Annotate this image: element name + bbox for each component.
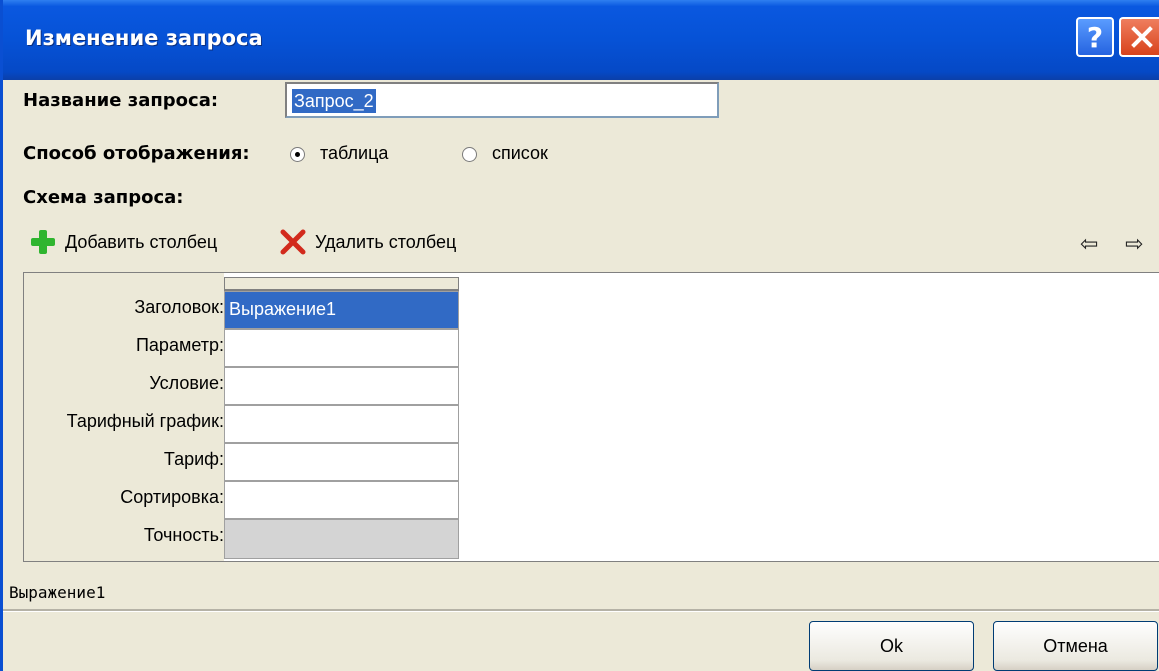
- query-name-input[interactable]: Запрос_2: [285, 82, 719, 118]
- add-column-button[interactable]: Добавить столбец: [29, 228, 217, 256]
- title-bar[interactable]: Изменение запроса ?: [3, 0, 1159, 80]
- cancel-button[interactable]: Отмена: [993, 621, 1158, 671]
- delete-column-label: Удалить столбец: [315, 231, 457, 252]
- schema-label: Схема запроса:: [23, 187, 184, 208]
- cell-parameter[interactable]: [224, 329, 459, 367]
- query-name-label: Название запроса:: [23, 90, 219, 111]
- delete-column-button[interactable]: Удалить столбец: [279, 228, 456, 256]
- dialog-title: Изменение запроса: [25, 26, 263, 50]
- plus-icon: [31, 230, 55, 254]
- row-labels: Заголовок: Параметр: Условие: Тарифный г…: [24, 273, 224, 561]
- cell-tariff[interactable]: [224, 443, 459, 481]
- cell-header[interactable]: Выражение1: [224, 291, 459, 329]
- row-label-tariff-schedule: Тарифный график:: [66, 411, 224, 431]
- row-label-header: Заголовок:: [134, 297, 224, 317]
- cell-sort[interactable]: [224, 481, 459, 519]
- cell-precision: [224, 519, 459, 559]
- radio-list-label[interactable]: список: [492, 143, 548, 164]
- row-label-tariff: Тариф:: [163, 449, 224, 469]
- radio-table-label[interactable]: таблица: [320, 143, 388, 164]
- query-name-value: Запрос_2: [292, 89, 376, 113]
- ok-button[interactable]: Ok: [809, 621, 974, 671]
- row-label-sort: Сортировка:: [120, 487, 224, 507]
- dialog-window: Изменение запроса ? Название запроса: За…: [0, 0, 1159, 671]
- status-text: Выражение1: [9, 583, 106, 602]
- query-schema-grid[interactable]: Заголовок: Параметр: Условие: Тарифный г…: [23, 272, 1159, 562]
- row-label-precision: Точность:: [143, 525, 224, 545]
- radio-table[interactable]: [290, 147, 305, 162]
- help-button[interactable]: ?: [1076, 17, 1114, 57]
- close-icon: [1130, 26, 1153, 48]
- help-icon: ?: [1086, 20, 1104, 54]
- close-button[interactable]: [1119, 17, 1159, 57]
- add-column-label: Добавить столбец: [65, 231, 218, 252]
- arrow-right-icon[interactable]: ⇨: [1125, 232, 1143, 257]
- row-label-parameter: Параметр:: [135, 335, 224, 355]
- radio-list[interactable]: [462, 147, 477, 162]
- display-mode-label: Способ отображения:: [23, 143, 250, 164]
- column-header[interactable]: [224, 277, 459, 291]
- arrow-left-icon[interactable]: ⇦: [1080, 232, 1098, 257]
- row-label-condition: Условие:: [149, 373, 224, 393]
- delete-x-icon: [280, 229, 306, 255]
- cell-condition[interactable]: [224, 367, 459, 405]
- cell-tariff-schedule[interactable]: [224, 405, 459, 443]
- separator: [3, 609, 1159, 612]
